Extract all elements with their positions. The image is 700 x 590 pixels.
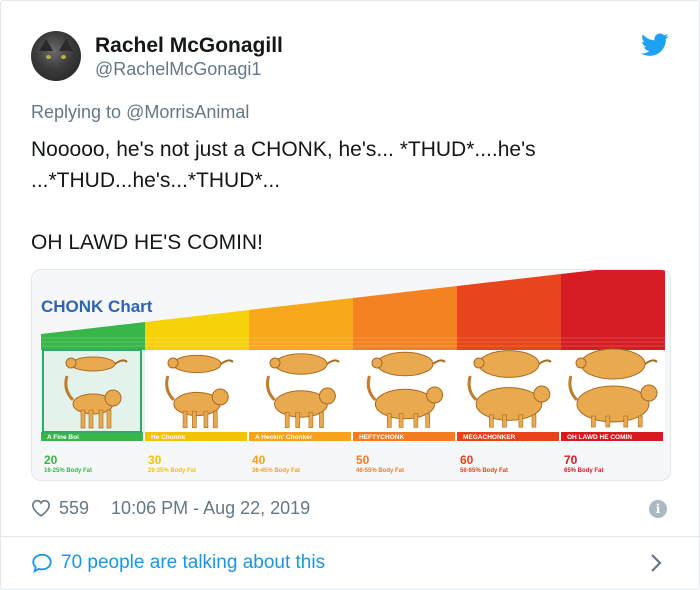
wedge-segment [145,310,249,350]
avatar-ear [59,39,73,51]
category-body-fat: 26-35% Body Fat [148,468,196,474]
cat-leg [413,413,419,428]
cat-leg [637,415,643,428]
tweet-text: Nooooo, he's not just a CHONK, he's... *… [31,134,671,258]
avatar[interactable] [31,31,81,81]
heart-icon[interactable] [31,499,51,517]
cat-leg [182,410,188,429]
avatar-ear [39,39,53,51]
tweet-text-line: ...*THUD...he's...*THUD*... [31,169,281,192]
wedge-segment [353,286,457,350]
reply-context: Replying to @MorrisAnimal [31,102,249,123]
cat-top-view [478,350,540,378]
cat-top-head [269,357,281,369]
tweet-card: Rachel McGonagill @RachelMcGonagi1 Reply… [0,0,700,590]
cat-top-view [274,353,328,375]
cat-leg [605,415,611,428]
reply-mention-link[interactable]: @MorrisAnimal [126,102,249,122]
avatar-eye [46,55,51,59]
tweet-image[interactable]: A Fine Boi 20 16-25% Body Fat He Chonnk 30 26… [31,269,671,481]
cat-leg [386,413,392,428]
cat-leg [98,409,104,429]
wedge-segment [457,274,561,350]
cat-top-view [172,354,222,374]
tweet-meta: 559 10:06 PM - Aug 22, 2019 [31,495,310,521]
category-value: 60 [460,453,474,467]
category-body-fat: 16-25% Body Fat [44,468,92,474]
tweet-text-line [31,196,671,227]
cat-leg [489,414,494,428]
category-value: 70 [564,453,578,467]
category-body-fat: 56-65% Body Fat [460,468,508,474]
cat-side-head [104,389,122,407]
category-value: 40 [252,453,266,467]
category-label: A Fine Boi [47,434,79,441]
cat-leg [295,412,301,428]
category-label: HEFTYCHONK [359,434,404,441]
cat-leg [203,410,209,429]
cat-side-head [211,388,229,406]
chart-title: CHONK Chart [41,297,153,316]
cat-top-view [376,351,434,377]
conversation-text[interactable]: 70 people are talking about this [61,552,325,574]
cat-leg [88,409,94,429]
category-label: A Heckin' Chonker [255,434,313,441]
cat-leg [502,414,507,428]
cat-leg [192,410,197,429]
category-body-fat: 65% Body Fat [564,468,603,474]
cat-leg [308,412,314,428]
cat-leg [106,409,112,429]
category-value: 20 [44,453,58,467]
cat-top-head [65,357,77,369]
cat-top-head [371,357,383,369]
info-icon[interactable]: i [649,500,667,518]
reply-prefix: Replying to [31,102,122,122]
category-body-fat: 36-45% Body Fat [252,468,300,474]
cat-top-view [70,356,116,372]
timestamp[interactable]: 10:06 PM - Aug 22, 2019 [111,498,310,519]
category-label: He Chonnk [151,434,186,441]
cat-leg [398,413,404,428]
category-label: OH LAWD HE COMIN [567,434,632,441]
avatar-eye [61,55,66,59]
cat-top-head [167,357,179,369]
cat-leg [212,410,218,429]
cat-side-head [318,387,336,405]
user-handle[interactable]: @RachelMcGonagi1 [95,59,261,80]
display-name[interactable]: Rachel McGonagill [95,34,283,58]
cat-top-head [473,357,485,369]
cat-side-head [640,384,658,402]
cat-leg [623,415,629,428]
chevron-right-icon[interactable] [649,553,663,573]
twitter-bird-icon[interactable] [641,33,669,57]
tweet-text-line: Nooooo, he's not just a CHONK, he's... *… [31,138,536,161]
cat-side-head [426,386,444,404]
cat-leg [591,415,596,428]
category-label: MEGACHONKER [463,434,516,441]
cat-top-view [580,348,646,380]
divider [1,536,700,537]
cat-leg [319,412,324,428]
conversation-link[interactable]: 70 people are talking about this [31,549,325,577]
tweet-text-line: OH LAWD HE'S COMIN! [31,231,263,254]
like-count[interactable]: 559 [59,498,89,519]
category-body-fat: 46-55% Body Fat [356,468,404,474]
category-value: 50 [356,453,370,467]
cat-side-head [533,385,551,403]
cat-leg [284,412,290,428]
category-value: 30 [148,453,162,467]
cat-leg [531,414,537,428]
cat-top-head [575,357,587,369]
cat-leg [80,409,86,429]
cat-leg [518,414,524,428]
cat-leg [425,413,431,428]
speech-bubble-icon [32,553,52,574]
